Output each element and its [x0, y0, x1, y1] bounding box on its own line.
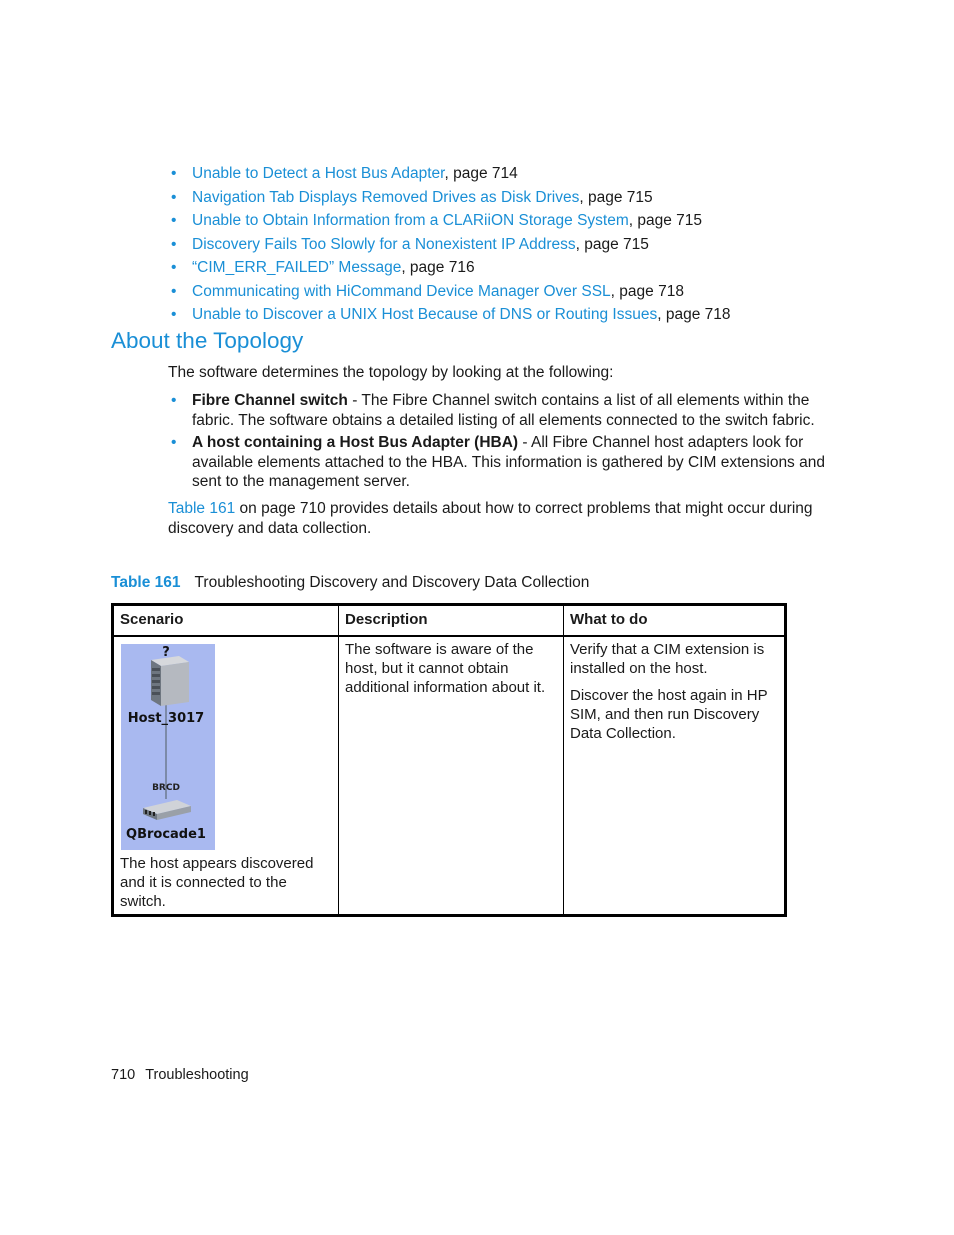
bullet-icon: • — [171, 259, 177, 276]
description-cell: The software is aware of the host, but i… — [338, 635, 564, 916]
column-header: Scenario — [112, 604, 339, 637]
table-caption: Table 161 Troubleshooting Discovery and D… — [111, 574, 589, 592]
reference-text: on page 710 provides details about how t… — [168, 500, 813, 537]
bullet-icon: • — [171, 306, 177, 323]
list-item: • Navigation Tab Displays Removed Drives … — [168, 186, 730, 210]
page-footer: 710 Troubleshooting — [111, 1067, 249, 1083]
action-step: Verify that a CIM extension is installed… — [570, 641, 765, 677]
topology-diagram: ? Host_3017 BRCD QBrocade1 — [126, 645, 206, 842]
topic-link[interactable]: Unable to Detect a Host Bus Adapter — [192, 165, 444, 182]
page-reference: , page 716 — [401, 259, 475, 276]
page-number: 710 — [111, 1067, 136, 1083]
switch-icon — [143, 800, 191, 820]
topic-link[interactable]: Unable to Discover a UNIX Host Because o… — [192, 306, 657, 323]
bullet-icon: • — [171, 392, 177, 409]
page-reference: , page 715 — [575, 235, 649, 253]
action-step: Discover the host again in HP SIM, and t… — [570, 687, 768, 742]
list-item: • Discovery Fails Too Slowly for a Nonexi… — [168, 233, 730, 257]
term: A host containing a Host Bus Adapter (HB… — [192, 434, 519, 451]
list-item: • “CIM_ERR_FAILED” Message, page 716 — [168, 256, 730, 280]
list-item: • Communicating with HiCommand Device Man… — [168, 280, 730, 304]
bullet-icon: • — [171, 188, 177, 206]
related-topics-list: • Unable to Detect a Host Bus Adapter, pa… — [168, 162, 730, 327]
page-reference: , page 715 — [628, 212, 703, 229]
scenario-text: The host appears discovered and it is co… — [120, 855, 314, 910]
column-header: What to do — [563, 604, 786, 637]
bullet-icon: • — [171, 282, 177, 300]
bullet-icon: • — [171, 212, 177, 229]
chapter-title: Troubleshooting — [145, 1067, 249, 1083]
bullet-icon: • — [171, 165, 177, 182]
host-label: Host_3017 — [128, 711, 204, 726]
topology-image: ? Host_3017 BRCD QBrocade1 — [121, 644, 215, 850]
page-reference: , page 718 — [610, 282, 684, 300]
intro-paragraph: The software determines the topology by … — [168, 364, 614, 381]
term: Fibre Channel switch — [192, 392, 348, 409]
list-item: • Unable to Discover a UNIX Host Because … — [168, 303, 730, 327]
table-title: Troubleshooting Discovery and Discovery … — [194, 574, 590, 591]
topic-link[interactable]: Communicating with HiCommand Device Mana… — [192, 283, 611, 300]
scenario-cell: ? Host_3017 BRCD QBrocade1 The host appe… — [112, 635, 339, 916]
list-item: • Unable to Obtain Information from a CLA… — [168, 209, 730, 233]
table-reference-paragraph: Table 161 on page 710 provides details a… — [168, 499, 828, 538]
table-header-row: Scenario Description What to do — [112, 604, 786, 637]
troubleshooting-table: Scenario Description What to do ? Host_3… — [111, 603, 787, 917]
table-label: Table 161 — [111, 574, 181, 591]
page-reference: , page 714 — [444, 165, 518, 182]
list-item: • Fibre Channel switch - The Fibre Channe… — [168, 391, 838, 430]
topology-sources-list: • Fibre Channel switch - The Fibre Channe… — [168, 391, 838, 495]
bullet-icon: • — [171, 235, 177, 253]
table-link[interactable]: Table 161 — [168, 500, 235, 517]
switch-vendor-label: BRCD — [152, 783, 180, 793]
list-item: • Unable to Detect a Host Bus Adapter, pa… — [168, 162, 730, 186]
page-reference: , page 718 — [657, 306, 731, 323]
section-heading: About the Topology — [111, 328, 304, 353]
topic-link[interactable]: Unable to Obtain Information from a CLAR… — [192, 212, 629, 229]
description-text: The software is aware of the host, but i… — [345, 641, 546, 696]
list-item: • A host containing a Host Bus Adapter (H… — [168, 433, 838, 492]
topic-link[interactable]: “CIM_ERR_FAILED” Message — [192, 259, 401, 276]
server-icon — [151, 656, 189, 706]
bullet-icon: • — [171, 434, 177, 451]
table-row: ? Host_3017 BRCD QBrocade1 The host appe… — [112, 635, 786, 916]
column-header: Description — [338, 604, 564, 637]
page-reference: , page 715 — [579, 188, 653, 206]
topic-link[interactable]: Discovery Fails Too Slowly for a Nonexis… — [192, 236, 576, 253]
switch-label: QBrocade1 — [126, 827, 206, 842]
action-cell: Verify that a CIM extension is installed… — [563, 635, 786, 916]
unknown-status-icon: ? — [162, 645, 170, 660]
topic-link[interactable]: Navigation Tab Displays Removed Drives a… — [192, 189, 579, 206]
